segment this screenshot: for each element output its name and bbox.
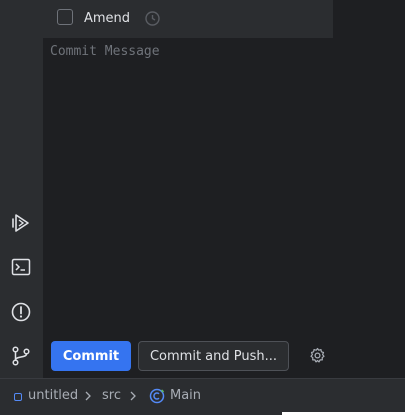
commit-message-input[interactable]: Commit Message [43, 38, 333, 338]
module-icon [14, 393, 22, 401]
java-class-icon [149, 388, 165, 404]
run-icon[interactable] [9, 211, 33, 235]
problems-icon[interactable] [9, 300, 33, 324]
amend-label: Amend [84, 11, 131, 26]
amend-checkbox[interactable] [57, 9, 73, 25]
status-bar: untitled src Main [0, 378, 405, 415]
history-icon[interactable] [144, 10, 161, 27]
chevron-right-icon [83, 388, 93, 404]
tool-window-strip [0, 0, 43, 378]
commit-message-placeholder: Commit Message [50, 44, 160, 59]
breadcrumb-project[interactable]: untitled [28, 388, 78, 404]
ide-window: Amend Commit Message Commit Commit and P… [0, 0, 405, 415]
editor-area [333, 0, 405, 378]
commit-and-push-button[interactable]: Commit and Push... [138, 341, 289, 371]
git-icon[interactable] [9, 344, 33, 368]
breadcrumb-src[interactable]: src [102, 388, 121, 404]
amend-row: Amend [43, 0, 333, 38]
terminal-icon[interactable] [9, 255, 33, 279]
chevron-right-icon [128, 388, 138, 404]
breadcrumb-main[interactable]: Main [170, 388, 201, 404]
commit-button[interactable]: Commit [51, 341, 131, 371]
commit-panel: Amend Commit Message Commit Commit and P… [43, 0, 333, 378]
gear-icon[interactable] [309, 347, 326, 364]
